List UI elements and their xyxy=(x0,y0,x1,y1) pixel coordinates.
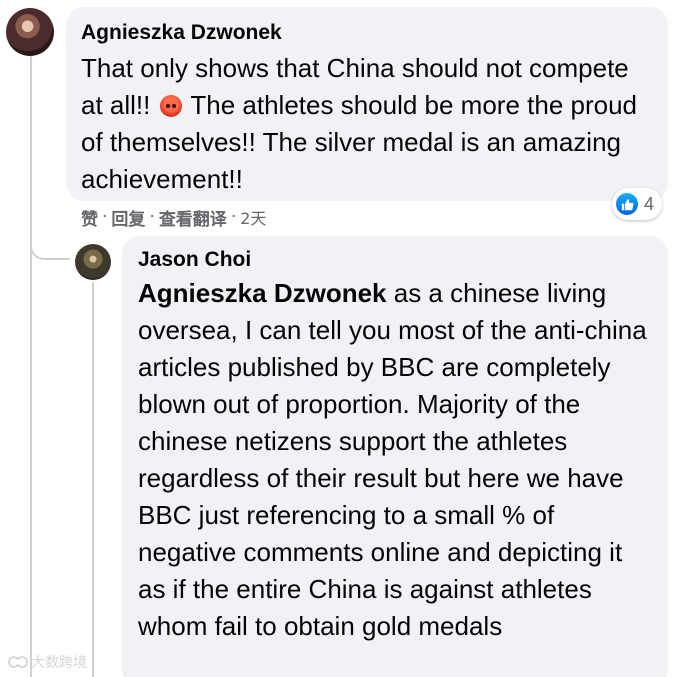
watermark: 大数跨境 xyxy=(6,652,87,672)
mention-link[interactable]: Agnieszka Dzwonek xyxy=(138,278,387,308)
comment-actions: 赞 · 回复 · 查看翻译 · 2天 xyxy=(81,203,266,231)
reply-text: Agnieszka Dzwonek as a chinese living ov… xyxy=(138,275,654,645)
see-translation-button[interactable]: 查看翻译 xyxy=(159,205,227,230)
reply-avatar[interactable] xyxy=(75,244,111,280)
separator-dot: · xyxy=(149,207,155,227)
comment-timestamp[interactable]: 2天 xyxy=(240,205,266,229)
comment-bubble: Agnieszka Dzwonek That only shows that C… xyxy=(66,7,668,201)
reply-author[interactable]: Jason Choi xyxy=(138,247,654,273)
reply-thread-line xyxy=(92,282,94,677)
comment-author[interactable]: Agnieszka Dzwonek xyxy=(81,20,652,46)
reaction-summary[interactable]: 4 xyxy=(612,188,663,220)
thread-line xyxy=(30,56,32,677)
comment-thread: Agnieszka Dzwonek That only shows that C… xyxy=(0,0,685,677)
reply-bubble: Jason Choi Agnieszka Dzwonek as a chines… xyxy=(122,236,668,677)
separator-dot: · xyxy=(230,207,237,227)
angry-face-icon xyxy=(159,95,182,117)
watermark-text: 大数跨境 xyxy=(31,655,87,671)
watermark-logo-icon xyxy=(8,656,28,668)
reaction-count: 4 xyxy=(644,193,655,214)
separator-dot: · xyxy=(102,207,108,227)
reply-button[interactable]: 回复 xyxy=(111,205,145,230)
like-button[interactable]: 赞 xyxy=(81,205,98,230)
like-icon xyxy=(616,193,638,215)
reply-body: as a chinese living oversea, I can tell … xyxy=(138,278,647,641)
avatar[interactable] xyxy=(6,8,54,56)
comment-text: That only shows that China should not co… xyxy=(81,50,652,198)
thread-connector xyxy=(30,228,70,260)
